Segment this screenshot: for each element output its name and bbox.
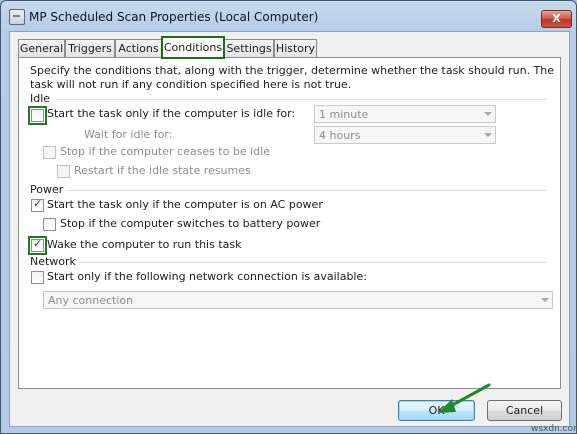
chevron-down-icon: [484, 112, 492, 116]
restart-if-idle-checkbox[interactable]: [57, 165, 70, 178]
dialog-client-area: General Triggers Actions Conditions Sett…: [9, 31, 570, 427]
idle-duration-combo[interactable]: 1 minute: [314, 105, 496, 123]
ac-power-checkbox[interactable]: ✓: [31, 197, 44, 212]
checkmark-icon: ✓: [33, 237, 43, 250]
checkmark-icon: ✓: [33, 197, 43, 210]
battery-stop-checkbox[interactable]: [43, 218, 56, 231]
network-heading: Network: [30, 255, 76, 268]
network-separator: [79, 262, 547, 263]
start-if-idle-checkbox[interactable]: [28, 106, 47, 125]
tab-general[interactable]: General: [18, 39, 65, 58]
close-button[interactable]: X: [541, 10, 572, 28]
ok-button[interactable]: OK: [398, 400, 475, 421]
chevron-down-icon: [541, 298, 549, 302]
ac-power-label: Start the task only if the computer is o…: [47, 198, 323, 211]
wake-computer-checkbox[interactable]: ✓: [28, 236, 47, 255]
dialog-window: MP Scheduled Scan Properties (Local Comp…: [0, 0, 577, 434]
wait-idle-combo[interactable]: 4 hours: [314, 126, 496, 144]
tab-history[interactable]: History: [274, 39, 317, 58]
watermark: wsxdn.com: [531, 424, 577, 434]
wait-idle-label: Wait for idle for:: [84, 128, 173, 141]
network-label: Start only if the following network conn…: [47, 270, 367, 283]
power-separator: [67, 190, 547, 191]
title-bar[interactable]: MP Scheduled Scan Properties (Local Comp…: [1, 1, 576, 31]
idle-heading: Idle: [30, 92, 51, 105]
tab-triggers[interactable]: Triggers: [65, 39, 115, 58]
wait-idle-value: 4 hours: [319, 129, 361, 142]
power-heading: Power: [30, 183, 64, 196]
battery-stop-label: Stop if the computer switches to battery…: [60, 217, 321, 230]
conditions-panel: Specify the conditions that, along with …: [18, 57, 561, 389]
wake-computer-label: Wake the computer to run this task: [47, 238, 242, 251]
cancel-button[interactable]: Cancel: [487, 400, 562, 421]
idle-separator: [57, 99, 547, 100]
stop-if-not-idle-checkbox[interactable]: [43, 146, 56, 159]
tab-actions[interactable]: Actions: [115, 39, 162, 58]
tab-conditions[interactable]: Conditions: [161, 36, 225, 59]
task-scheduler-icon: [9, 9, 25, 25]
tab-settings[interactable]: Settings: [224, 39, 274, 58]
network-connection-value: Any connection: [48, 294, 134, 307]
idle-duration-value: 1 minute: [319, 108, 369, 121]
start-if-idle-label: Start the task only if the computer is i…: [47, 107, 296, 120]
window-title: MP Scheduled Scan Properties (Local Comp…: [29, 10, 319, 24]
restart-if-idle-label: Restart if the idle state resumes: [74, 164, 251, 177]
chevron-down-icon: [484, 133, 492, 137]
network-checkbox[interactable]: [31, 271, 44, 284]
stop-if-not-idle-label: Stop if the computer ceases to be idle: [60, 145, 270, 158]
network-connection-combo[interactable]: Any connection: [43, 291, 553, 309]
conditions-description: Specify the conditions that, along with …: [30, 64, 555, 91]
